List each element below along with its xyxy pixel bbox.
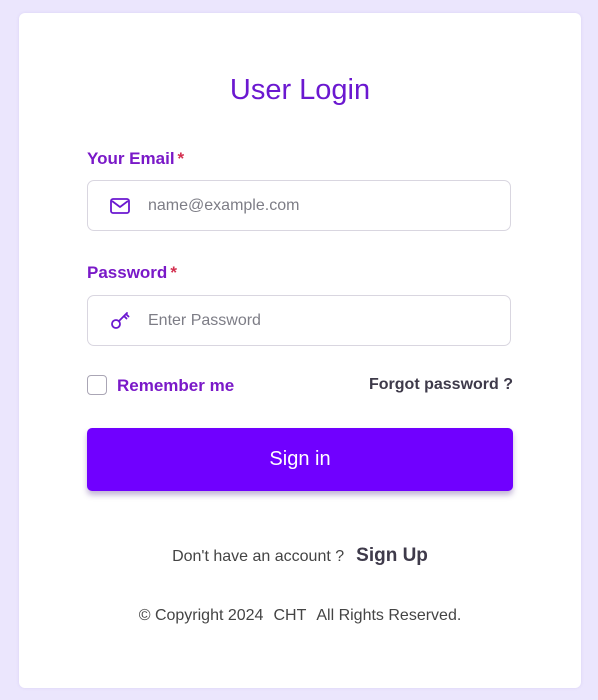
email-label: Your Email *	[87, 148, 184, 170]
copyright-text: © Copyright 2024	[138, 607, 264, 624]
email-required-mark: *	[177, 149, 185, 168]
forgot-password-link[interactable]: Forgot password ?	[369, 376, 513, 394]
no-account-text: Don't have an account ?	[172, 548, 345, 565]
rights-text: All Rights Reserved.	[316, 607, 462, 624]
password-label: Password *	[87, 262, 177, 284]
password-input[interactable]	[148, 296, 498, 345]
key-icon	[111, 312, 130, 329]
password-required-mark: *	[170, 263, 177, 282]
login-card: User Login Your Email* Password* Remembe…	[19, 13, 581, 688]
email-input[interactable]	[148, 181, 498, 230]
sign-in-button[interactable]: Sign in	[87, 428, 513, 491]
sign-up-link[interactable]: Sign Up	[356, 545, 428, 566]
signup-row: Don't have an account ? Sign Up	[19, 545, 581, 567]
remember-checkbox[interactable]	[87, 375, 107, 395]
page-title: User Login	[229, 74, 371, 106]
password-label-text: Password	[87, 263, 168, 282]
remember-label[interactable]: Remember me	[117, 376, 234, 396]
email-label-text: Your Email	[87, 149, 175, 168]
mail-icon	[110, 198, 130, 214]
email-field[interactable]	[87, 180, 511, 231]
company-name: CHT	[273, 607, 307, 624]
copyright: © Copyright 2024 CHT All Rights Reserved.	[19, 607, 581, 625]
password-field[interactable]	[87, 295, 511, 346]
